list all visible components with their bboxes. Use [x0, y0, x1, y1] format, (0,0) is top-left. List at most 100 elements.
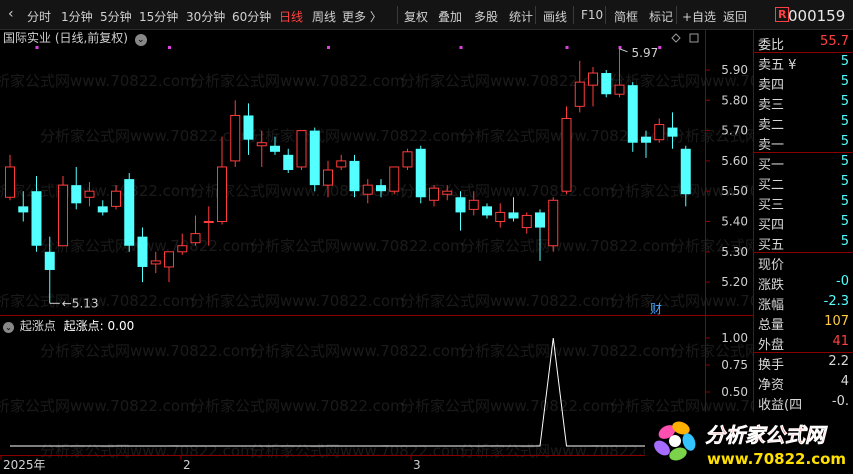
toolbar-separator [573, 6, 574, 24]
candle[interactable] [614, 48, 625, 98]
candle[interactable] [455, 191, 466, 231]
candle[interactable] [508, 197, 519, 222]
toolbar-item-7[interactable]: 周线 [312, 8, 336, 25]
toolbar-item-0[interactable]: 分时 [27, 8, 51, 25]
candle[interactable] [31, 176, 42, 252]
diamond-icon[interactable] [671, 33, 681, 43]
candle[interactable] [548, 197, 559, 252]
candle[interactable] [97, 200, 108, 216]
toolbar-item-13[interactable]: 画线 [543, 8, 567, 25]
toolbar-item-6[interactable]: 日线 [279, 8, 303, 25]
stock-code[interactable]: 000159 [788, 7, 845, 25]
quote-value: 4 [840, 374, 849, 389]
toolbar-item-18[interactable]: 返回 [723, 8, 747, 25]
y-tick-label: 0.75 [721, 358, 748, 372]
toolbar-item-4[interactable]: 30分钟 [186, 8, 225, 25]
quote-label: 涨幅 [758, 298, 785, 313]
candle[interactable] [137, 227, 148, 283]
candle[interactable] [296, 130, 307, 170]
chart-title: 国际实业 (日线,前复权) ⌄ [3, 29, 147, 46]
quote-label: 外盘 [758, 338, 785, 353]
candle[interactable] [256, 130, 267, 167]
candle[interactable] [111, 185, 121, 210]
candle[interactable] [309, 127, 320, 192]
toolbar-item-5[interactable]: 60分钟 [232, 8, 271, 25]
candle[interactable] [230, 100, 241, 167]
candle[interactable] [415, 145, 426, 204]
candle[interactable] [376, 179, 386, 198]
circle-arrow-icon[interactable]: ⌄ [3, 322, 14, 333]
candle-body [482, 206, 492, 216]
chevron-down-icon[interactable]: ⌄ [134, 34, 147, 46]
toolbar-item-9[interactable]: 复权 [404, 8, 428, 25]
back-icon[interactable]: ‹ [8, 6, 14, 22]
candle[interactable] [84, 182, 95, 207]
candle[interactable] [5, 154, 15, 201]
candle[interactable] [18, 191, 29, 222]
toolbar-item-17[interactable]: +自选 [682, 8, 716, 25]
toolbar-item-10[interactable]: 叠加 [438, 8, 462, 25]
candle[interactable] [270, 136, 280, 155]
candle[interactable] [402, 148, 413, 170]
candle[interactable] [44, 236, 55, 304]
candle-body [44, 251, 55, 270]
candle[interactable] [654, 118, 665, 143]
candle[interactable] [177, 233, 188, 255]
toolbar-item-14[interactable]: F10 [581, 8, 603, 22]
toolbar-item-15[interactable]: 简框 [614, 8, 638, 25]
candle-body [362, 184, 373, 195]
quote-label: 换手 [758, 358, 785, 373]
candle[interactable] [283, 148, 294, 174]
candle[interactable] [601, 70, 612, 98]
candle[interactable] [641, 130, 651, 158]
candle[interactable] [349, 154, 360, 198]
toolbar-item-1[interactable]: 1分钟 [61, 8, 93, 25]
candle[interactable] [389, 166, 400, 195]
candle[interactable] [429, 185, 439, 207]
candle[interactable] [495, 203, 506, 228]
candle[interactable] [588, 66, 598, 107]
candle[interactable] [362, 179, 373, 204]
square-icon[interactable] [689, 33, 699, 43]
candle[interactable] [58, 176, 68, 247]
candle[interactable] [521, 212, 532, 234]
candle[interactable] [203, 206, 214, 246]
candle[interactable] [71, 166, 82, 210]
candle[interactable] [627, 82, 638, 152]
toolbar-item-8[interactable]: 更多 〉 [342, 8, 382, 25]
indicator-chart[interactable]: 1.000.750.500.25 [0, 316, 753, 456]
candle[interactable] [535, 209, 545, 261]
candle[interactable] [336, 154, 347, 170]
low-label: ←5.13 [62, 296, 99, 310]
toolbar-item-11[interactable]: 多股 [474, 8, 498, 25]
candlestick-chart[interactable]: 5.90 5.80 5.70 5.60 5.50 5.40 5.30 5.20 5.97 ←5.1… [0, 30, 753, 315]
candle-body [442, 190, 453, 195]
candle[interactable] [124, 173, 135, 252]
y-tick-label: 0.50 [721, 385, 748, 399]
toolbar-item-2[interactable]: 5分钟 [100, 8, 132, 25]
candle-body [429, 187, 439, 201]
candle[interactable] [561, 106, 572, 195]
candle[interactable] [574, 60, 585, 113]
quote-label: 卖四 [758, 78, 785, 93]
candle[interactable] [217, 136, 227, 225]
candle[interactable] [680, 145, 691, 207]
quote-value: 41 [832, 334, 849, 349]
candle[interactable] [442, 185, 453, 201]
candle-body [336, 160, 347, 168]
candle[interactable] [482, 203, 492, 219]
candle[interactable] [164, 251, 174, 283]
candle[interactable] [190, 215, 201, 246]
candle[interactable] [243, 103, 254, 155]
toolbar-item-3[interactable]: 15分钟 [139, 8, 178, 25]
quote-value: 107 [824, 314, 849, 329]
quote-value: 5 [840, 74, 849, 89]
candle[interactable] [468, 191, 479, 216]
toolbar-item-12[interactable]: 统计 [509, 8, 533, 25]
toolbar-item-16[interactable]: 标记 [649, 8, 673, 25]
candle[interactable] [150, 251, 161, 274]
candle-body [31, 191, 42, 246]
quote-value: 5 [840, 234, 849, 249]
candle[interactable] [323, 160, 333, 198]
candle[interactable] [667, 112, 678, 149]
